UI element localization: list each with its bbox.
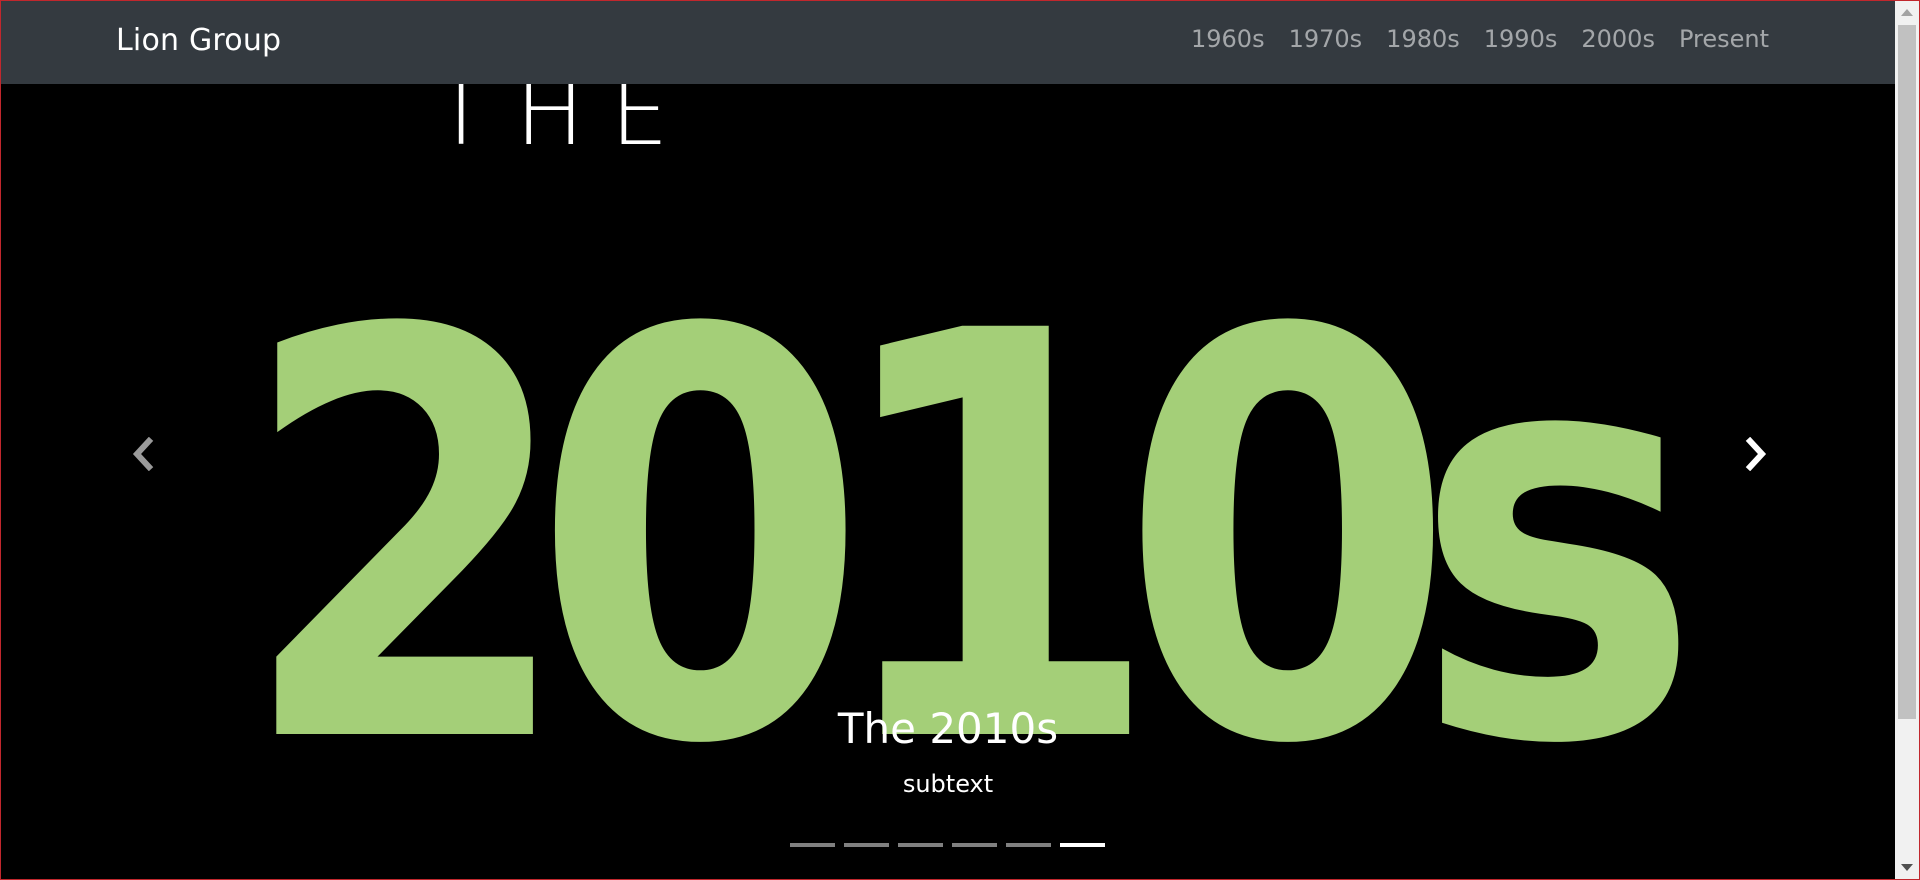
carousel-indicator-5[interactable] xyxy=(1006,843,1051,847)
nav-link-2000s[interactable]: 2000s xyxy=(1581,25,1655,53)
slide-caption-subtext: subtext xyxy=(902,770,994,798)
decade-carousel: THE 2010s The 2010s subtext xyxy=(1,84,1895,879)
carousel-indicator-4[interactable] xyxy=(952,843,997,847)
nav-link-present[interactable]: Present xyxy=(1679,25,1769,53)
carousel-indicators xyxy=(790,843,1105,847)
nav-link-1960s[interactable]: 1960s xyxy=(1191,25,1265,53)
carousel-indicator-1[interactable] xyxy=(790,843,835,847)
page-scrollbar[interactable] xyxy=(1895,1,1919,879)
carousel-next-button[interactable] xyxy=(1726,424,1786,484)
scroll-up-icon[interactable] xyxy=(1901,9,1913,16)
slide-image-top-word: THE xyxy=(433,84,695,166)
slide-image: THE 2010s xyxy=(238,84,1735,867)
slide-caption-title: The 2010s xyxy=(837,704,1059,753)
nav-link-1990s[interactable]: 1990s xyxy=(1484,25,1558,53)
brand-link[interactable]: Lion Group xyxy=(116,23,281,58)
carousel-indicator-3[interactable] xyxy=(898,843,943,847)
nav-link-1980s[interactable]: 1980s xyxy=(1386,25,1460,53)
carousel-indicator-6[interactable] xyxy=(1060,843,1105,847)
carousel-indicator-2[interactable] xyxy=(844,843,889,847)
browser-viewport: Lion Group 1960s 1970s 1980s 1990s 2000s… xyxy=(0,0,1920,880)
scroll-down-icon[interactable] xyxy=(1901,864,1913,871)
nav-links: 1960s 1970s 1980s 1990s 2000s Present xyxy=(1191,25,1769,53)
scroll-thumb[interactable] xyxy=(1898,25,1916,719)
carousel-prev-button[interactable] xyxy=(113,424,173,484)
chevron-right-icon xyxy=(1745,437,1767,471)
navbar: Lion Group 1960s 1970s 1980s 1990s 2000s… xyxy=(1,1,1895,84)
nav-link-1970s[interactable]: 1970s xyxy=(1289,25,1363,53)
chevron-left-icon xyxy=(132,437,154,471)
